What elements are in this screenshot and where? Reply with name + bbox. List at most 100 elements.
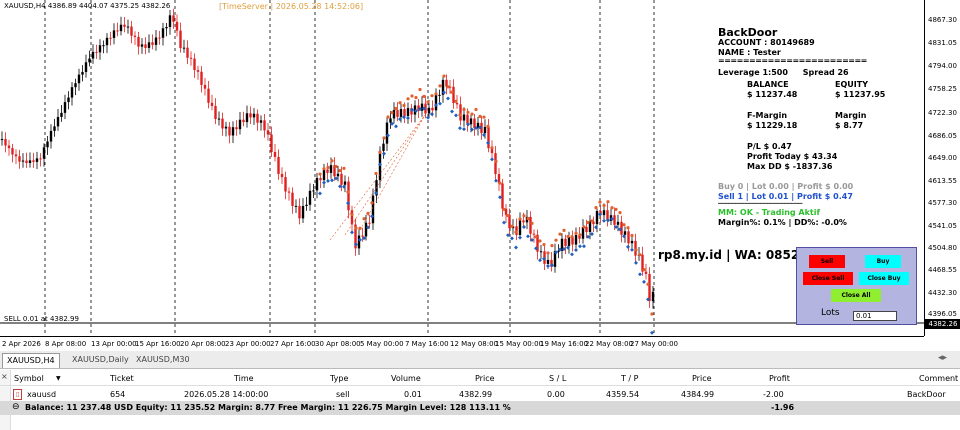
time-server-label: [TimeServer | 2026.05.28 14:52:06] [219,2,364,11]
sell-trade-marker [526,217,530,221]
close-buy-button[interactable]: Close Buy [859,272,909,285]
candle-body [123,24,126,27]
buy-trade-marker [494,178,498,183]
col-symbol[interactable]: Symbol [14,374,44,383]
price-tick-label: 4867.30 [928,16,957,24]
candle-body [81,72,84,75]
candle-body [487,126,490,149]
price-tick-label: 4504.80 [928,244,957,252]
price-tick-label: 4831.05 [928,39,957,47]
sell-trade-marker [550,244,554,248]
candle-body [322,169,326,181]
buy-trade-marker [490,157,494,162]
candle-body [49,130,53,142]
tab-xauusd-m30[interactable]: XAUUSD,M30 [132,353,194,367]
col-tp[interactable]: T / P [621,374,639,383]
candle-body [221,118,224,129]
buy-trade-marker [582,244,586,249]
candle-body [602,210,606,216]
candle-body [4,139,7,146]
candle-body [224,126,228,129]
equity-label: EQUITY [835,80,868,89]
buy-button[interactable]: Buy [865,255,901,268]
candle-body [630,240,634,244]
candle-body [644,271,648,274]
candle-body [182,47,186,49]
candle-body [462,114,466,121]
buy-trade-marker [514,245,518,250]
sell-trade-marker [318,172,322,176]
sell-trade-marker [478,114,482,118]
balance-value: $ 11237.48 [747,90,798,99]
panel-separator: ======================== [718,56,867,65]
sell-trade-marker [470,112,474,116]
col-time[interactable]: Time [234,374,254,383]
time-tick-label: 19 May 16:00 [540,340,589,348]
mm-status: MM: OK - Trading Aktif [718,208,820,217]
lots-input[interactable] [853,311,897,321]
sell-trade-marker [450,90,454,94]
sell-trade-marker [378,150,382,154]
col-volume[interactable]: Volume [391,374,421,383]
spread-text: Spread 26 [802,68,849,77]
candle-body [63,102,67,113]
buy-trade-marker [458,126,462,131]
price-chart[interactable]: XAUUSD,H4 4386.89 4404.07 4375.25 4382.2… [0,0,924,336]
candle-body [343,181,347,185]
price-tick-label: 4396.05 [928,310,957,318]
candle-body [46,141,49,148]
col-sl[interactable]: S / L [549,374,566,383]
cell-symbol: xauusd [27,390,57,399]
buy-trade-marker [538,258,542,263]
candle-body [469,118,473,125]
sell-button[interactable]: Sell [809,255,845,268]
fmargin-label: F-Margin [747,111,788,120]
candle-body [56,116,60,127]
terminal-close-icon[interactable]: × [1,372,8,381]
col-current-price[interactable]: Price [692,374,712,383]
col-comment[interactable]: Comment [919,374,958,383]
candle-body [368,222,371,224]
candle-body [627,231,630,244]
time-axis[interactable]: 2 Apr 2026 8 Apr 08:00 13 Apr 00:00 15 Apr … [0,336,924,352]
candle-body [382,143,385,151]
tab-scroll-arrow-icon[interactable]: ◂▸ [938,353,947,363]
candle-body [623,231,627,235]
close-sell-button[interactable]: Close Sell [803,272,853,285]
col-type[interactable]: Type [330,374,348,383]
cell-current-price: 4384.99 [681,390,715,399]
sell-trade-marker [634,248,638,252]
buy-trade-marker [450,109,454,114]
equity-value: $ 11237.95 [835,90,886,99]
price-axis[interactable]: 4867.30 4831.05 4794.00 4758.25 4722.30 4686.… [924,0,960,336]
sell-trade-marker [622,223,626,227]
tab-xauusd-daily[interactable]: XAUUSD,Daily [68,353,133,367]
close-all-button[interactable]: Close All [831,289,881,302]
cell-volume: 0.01 [404,390,422,399]
sell-trade-marker [354,226,358,230]
candle-body [616,221,620,225]
tab-xauusd-h4[interactable]: XAUUSD,H4 [2,353,60,368]
candle-body [189,57,193,59]
candle-body [147,42,151,48]
sell-order-icon: ▯ [13,389,22,400]
candle-body [280,173,284,178]
candle-body [161,28,165,38]
sell-trade-marker [506,213,510,218]
candle-body [392,110,396,119]
candle-body [396,110,399,117]
col-ticket[interactable]: Ticket [110,374,134,383]
col-open-price[interactable]: Price [475,374,495,383]
candle-body [77,74,81,84]
sell-trade-marker [474,107,478,112]
candle-body [455,102,459,105]
sell-trade-marker [398,101,402,105]
candle-body [102,45,105,47]
price-tick-label: 4758.25 [928,85,957,93]
candle-body [137,36,140,47]
col-profit[interactable]: Profit [769,374,790,383]
candle-body [74,83,77,88]
minus-circle-icon: ⊖ [12,402,20,412]
sell-trade-marker [578,233,582,237]
leverage-text: Leverage 1:500 [718,68,788,77]
